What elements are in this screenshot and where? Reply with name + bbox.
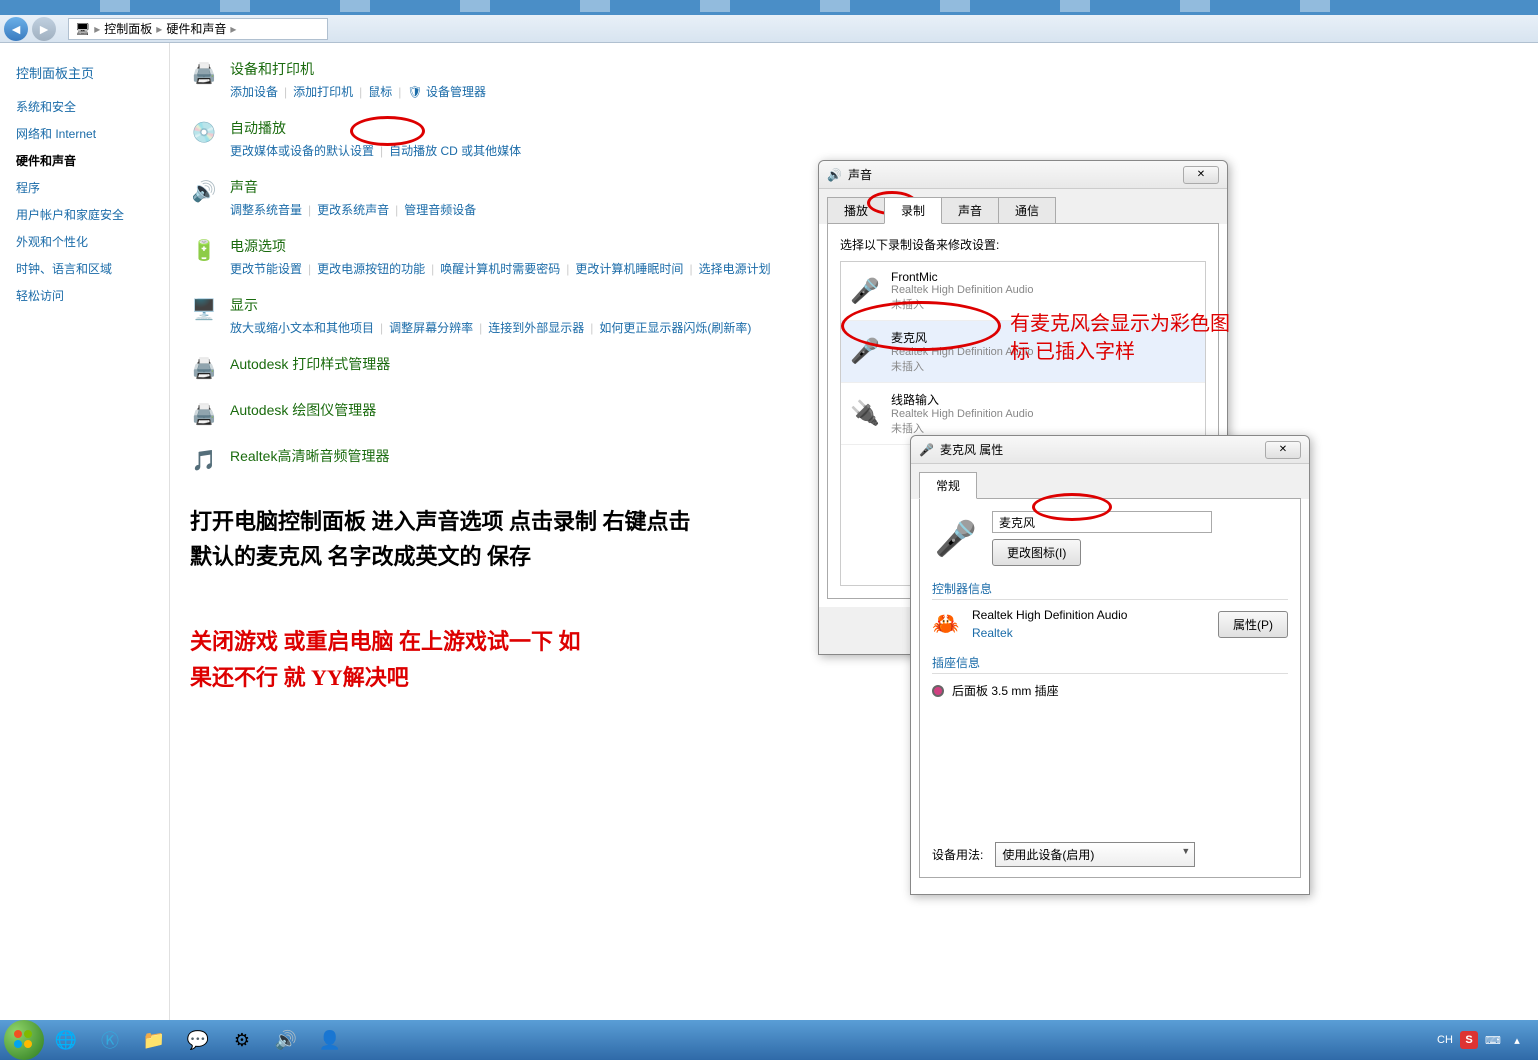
jack-color-icon	[932, 685, 944, 697]
device-prompt: 选择以下录制设备来修改设置:	[840, 236, 1206, 253]
props-title: 麦克风 属性	[940, 441, 1003, 458]
breadcrumb-seg1[interactable]: 控制面板	[104, 20, 152, 37]
tab-comm[interactable]: 通信	[998, 197, 1056, 224]
sidebar-item-appearance[interactable]: 外观和个性化	[16, 233, 153, 250]
tray-chevron-icon[interactable]: ▴	[1508, 1031, 1526, 1049]
sound-tabs: 播放 录制 声音 通信	[819, 189, 1227, 224]
task-app3[interactable]: ⚙	[222, 1024, 262, 1056]
sidebar-item-users[interactable]: 用户帐户和家庭安全	[16, 206, 153, 223]
category-link[interactable]: 选择电源计划	[699, 260, 771, 277]
category-link[interactable]: 唤醒计算机时需要密码	[440, 260, 560, 277]
category-link[interactable]: 添加打印机	[293, 83, 353, 100]
device-mic[interactable]: 🎤 麦克风 Realtek High Definition Audio 未插入	[841, 321, 1205, 383]
category-icon: 🖥️	[190, 295, 218, 323]
category-icon: 🔊	[190, 177, 218, 205]
change-icon-button[interactable]: 更改图标(I)	[992, 539, 1081, 566]
plug-icon: 🔌	[849, 398, 881, 430]
device-name-input[interactable]	[992, 511, 1212, 533]
tray-sogou[interactable]: S	[1460, 1031, 1478, 1049]
category-title[interactable]: 设备和打印机	[230, 59, 1518, 79]
usage-dropdown[interactable]: 使用此设备(启用)	[995, 842, 1195, 867]
sidebar-home[interactable]: 控制面板主页	[16, 63, 153, 82]
close-button[interactable]: ✕	[1265, 441, 1301, 459]
category-link[interactable]: 更改节能设置	[230, 260, 302, 277]
controller-info-label: 控制器信息	[932, 580, 1288, 600]
task-app1[interactable]: Ⓚ	[90, 1024, 130, 1056]
close-button[interactable]: ✕	[1183, 166, 1219, 184]
controller-name: Realtek High Definition Audio	[972, 608, 1206, 622]
system-tray: CH S ⌨ ▴	[1436, 1031, 1534, 1049]
controller-props-button[interactable]: 属性(P)	[1218, 611, 1288, 638]
category-link[interactable]: 🛡 设备管理器	[407, 83, 486, 100]
tab-playback[interactable]: 播放	[827, 197, 885, 224]
tab-recording[interactable]: 录制	[884, 197, 942, 224]
category-link[interactable]: 放大或缩小文本和其他项目	[230, 319, 374, 336]
jack-info-label: 插座信息	[932, 654, 1288, 674]
category-link[interactable]: 调整屏幕分辨率	[389, 319, 473, 336]
task-ie[interactable]: 🌐	[46, 1024, 86, 1056]
category-icon: 🎵	[190, 446, 218, 474]
category-link[interactable]: 更改电源按钮的功能	[317, 260, 425, 277]
tab-sounds[interactable]: 声音	[941, 197, 999, 224]
address-bar: ◄ ► 🖥 ▸ 控制面板 ▸ 硬件和声音 ▸	[0, 15, 1538, 43]
category-link[interactable]: 如何更正显示器闪烁(刷新率)	[599, 319, 751, 336]
mic-large-icon: 🎤	[932, 519, 980, 559]
task-app2[interactable]: 💬	[178, 1024, 218, 1056]
mic-icon: 🎤	[919, 443, 934, 457]
props-titlebar[interactable]: 🎤 麦克风 属性 ✕	[911, 436, 1309, 464]
task-app5[interactable]: 👤	[310, 1024, 350, 1056]
category-icon: 🖨️	[190, 400, 218, 428]
category-1: 💿 自动播放 更改媒体或设备的默认设置 | 自动播放 CD 或其他媒体	[190, 118, 1518, 159]
controller-vendor: Realtek	[972, 626, 1206, 640]
back-button[interactable]: ◄	[4, 17, 28, 41]
mic-icon: 🎤	[849, 275, 881, 307]
device-frontmic[interactable]: 🎤 FrontMic Realtek High Definition Audio…	[841, 262, 1205, 321]
sidebar-item-network[interactable]: 网络和 Internet	[16, 125, 153, 142]
sidebar-item-hardware[interactable]: 硬件和声音	[16, 152, 153, 169]
start-button[interactable]	[4, 1020, 44, 1060]
task-explorer[interactable]: 📁	[134, 1024, 174, 1056]
forward-button[interactable]: ►	[32, 17, 56, 41]
tray-keyboard-icon[interactable]: ⌨	[1484, 1031, 1502, 1049]
sidebar-item-programs[interactable]: 程序	[16, 179, 153, 196]
category-icon: 💿	[190, 118, 218, 146]
taskbar: 🌐 Ⓚ 📁 💬 ⚙ 🔊 👤 CH S ⌨ ▴	[0, 1020, 1538, 1060]
category-icon: 🖨️	[190, 354, 218, 382]
sidebar: 控制面板主页 系统和安全 网络和 Internet 硬件和声音 程序 用户帐户和…	[0, 43, 170, 1060]
sound-dialog-titlebar[interactable]: 🔊 声音 ✕	[819, 161, 1227, 189]
category-link[interactable]: 更改媒体或设备的默认设置	[230, 142, 374, 159]
breadcrumb-seg2[interactable]: 硬件和声音	[166, 20, 226, 37]
tab-general[interactable]: 常规	[919, 472, 977, 499]
jack-value: 后面板 3.5 mm 插座	[952, 682, 1059, 699]
sidebar-item-ease[interactable]: 轻松访问	[16, 287, 153, 304]
category-0: 🖨️ 设备和打印机 添加设备 | 添加打印机 | 鼠标 | 🛡 设备管理器	[190, 59, 1518, 100]
category-link[interactable]: 更改系统声音	[317, 201, 389, 218]
category-link[interactable]: 鼠标	[368, 83, 392, 100]
mic-properties-dialog: 🎤 麦克风 属性 ✕ 常规 🎤 更改图标(I) 控制器信息 🦀 Realtek H…	[910, 435, 1310, 895]
realtek-crab-icon: 🦀	[932, 610, 960, 638]
sidebar-item-clock[interactable]: 时钟、语言和区域	[16, 260, 153, 277]
desktop-icon-strip	[0, 0, 1538, 15]
tray-lang[interactable]: CH	[1436, 1031, 1454, 1049]
category-icon: 🔋	[190, 236, 218, 264]
speaker-icon: 🔊	[827, 168, 842, 182]
category-title[interactable]: 自动播放	[230, 118, 1518, 138]
category-link[interactable]: 管理音频设备	[404, 201, 476, 218]
category-link[interactable]: 连接到外部显示器	[488, 319, 584, 336]
mic-icon: 🎤	[849, 336, 881, 368]
sound-dialog-title: 声音	[848, 166, 872, 183]
category-link[interactable]: 更改计算机睡眠时间	[575, 260, 683, 277]
sidebar-item-system[interactable]: 系统和安全	[16, 98, 153, 115]
breadcrumb[interactable]: 🖥 ▸ 控制面板 ▸ 硬件和声音 ▸	[68, 18, 328, 40]
usage-label: 设备用法:	[932, 846, 983, 863]
home-icon: 🖥	[75, 22, 90, 36]
category-icon: 🖨️	[190, 59, 218, 87]
category-link[interactable]: 调整系统音量	[230, 201, 302, 218]
task-app4[interactable]: 🔊	[266, 1024, 306, 1056]
category-link[interactable]: 自动播放 CD 或其他媒体	[389, 142, 521, 159]
category-link[interactable]: 添加设备	[230, 83, 278, 100]
